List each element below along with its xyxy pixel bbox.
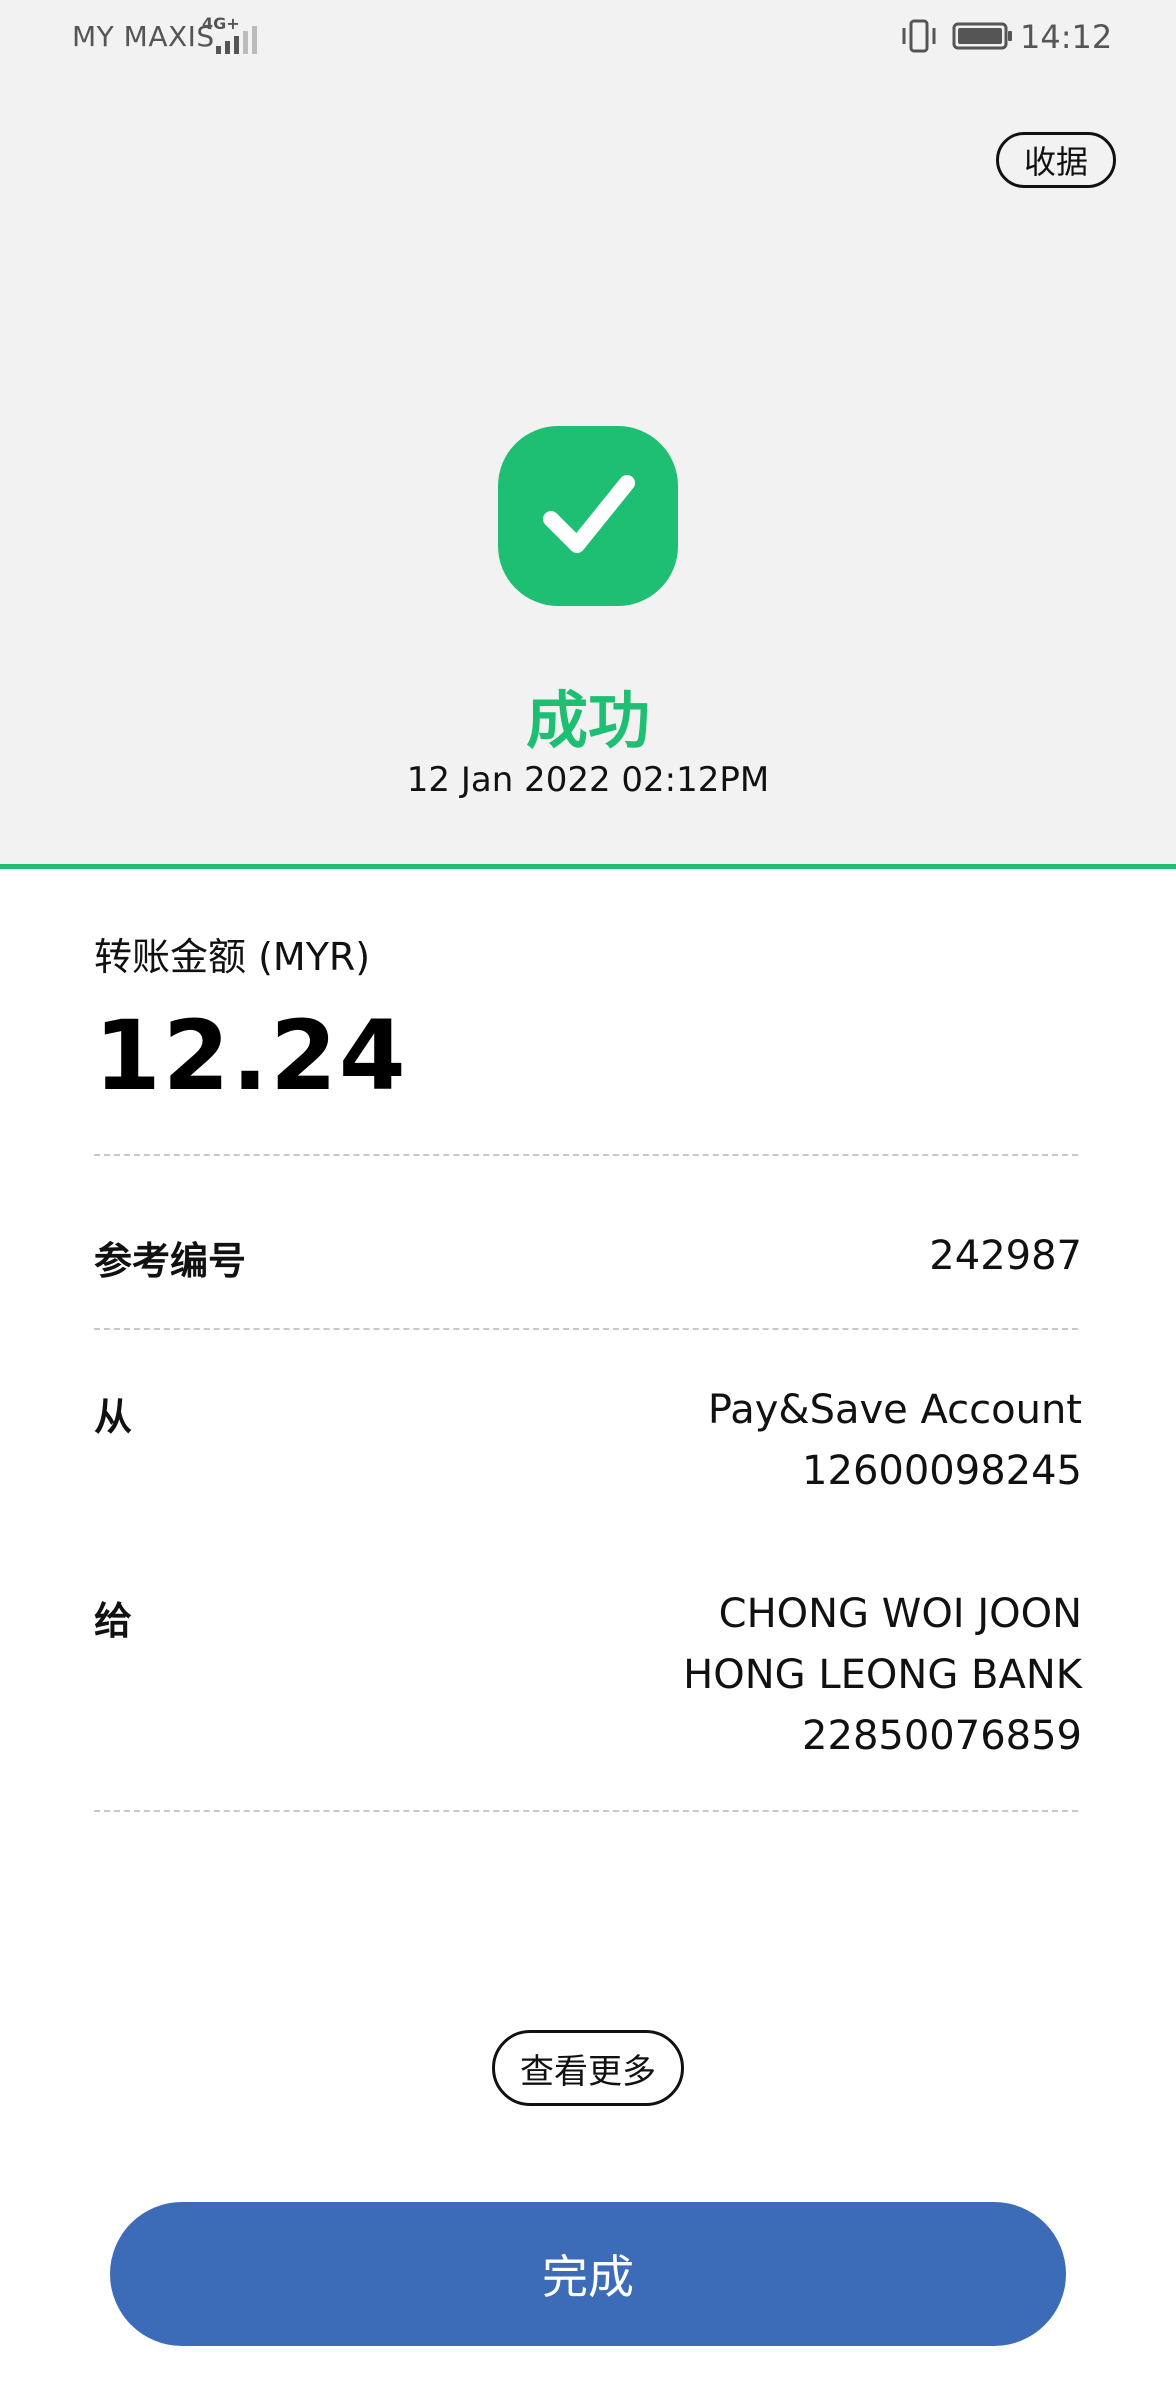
vibrate-icon [902, 19, 936, 53]
done-button[interactable]: 完成 [110, 2202, 1066, 2346]
reference-value: 242987 [929, 1233, 1082, 1279]
checkmark-icon [543, 475, 635, 553]
signal-icon [216, 26, 257, 54]
transaction-datetime: 12 Jan 2022 02:12PM [406, 760, 770, 800]
to-bank: HONG LEONG BANK [683, 1652, 1082, 1698]
receipt-button[interactable]: 收据 [996, 132, 1116, 188]
from-account-name: Pay&Save Account [707, 1387, 1082, 1433]
divider [94, 1810, 1078, 1812]
to-label: 给 [94, 1599, 133, 1643]
carrier-name: MY MAXIS [72, 20, 215, 53]
to-name: CHONG WOI JOON [718, 1591, 1082, 1637]
reference-label: 参考编号 [94, 1239, 247, 1283]
success-badge [498, 426, 678, 606]
view-more-button[interactable]: 查看更多 [492, 2030, 684, 2106]
status-bar: MY MAXIS 4G+ 14:12 [0, 0, 1176, 72]
amount-value: 12.24 [94, 1000, 408, 1112]
to-account-block: CHONG WOI JOON HONG LEONG BANK 228500768… [683, 1584, 1082, 1767]
transfer-success-screen: MY MAXIS 4G+ 14:12 收据 成功 12 Jan 2022 02:… [0, 0, 1176, 2400]
from-account-block: Pay&Save Account 12600098245 [708, 1380, 1082, 1502]
divider [94, 1328, 1078, 1330]
clock: 14:12 [1020, 18, 1113, 56]
divider [94, 1154, 1078, 1156]
from-label: 从 [94, 1395, 133, 1439]
amount-label: 转账金额 (MYR) [94, 935, 371, 979]
status-title: 成功 [525, 684, 650, 757]
header-divider [0, 864, 1176, 869]
to-account-number: 22850076859 [802, 1713, 1082, 1759]
from-account-number: 12600098245 [802, 1448, 1082, 1494]
battery-icon [952, 22, 1012, 50]
